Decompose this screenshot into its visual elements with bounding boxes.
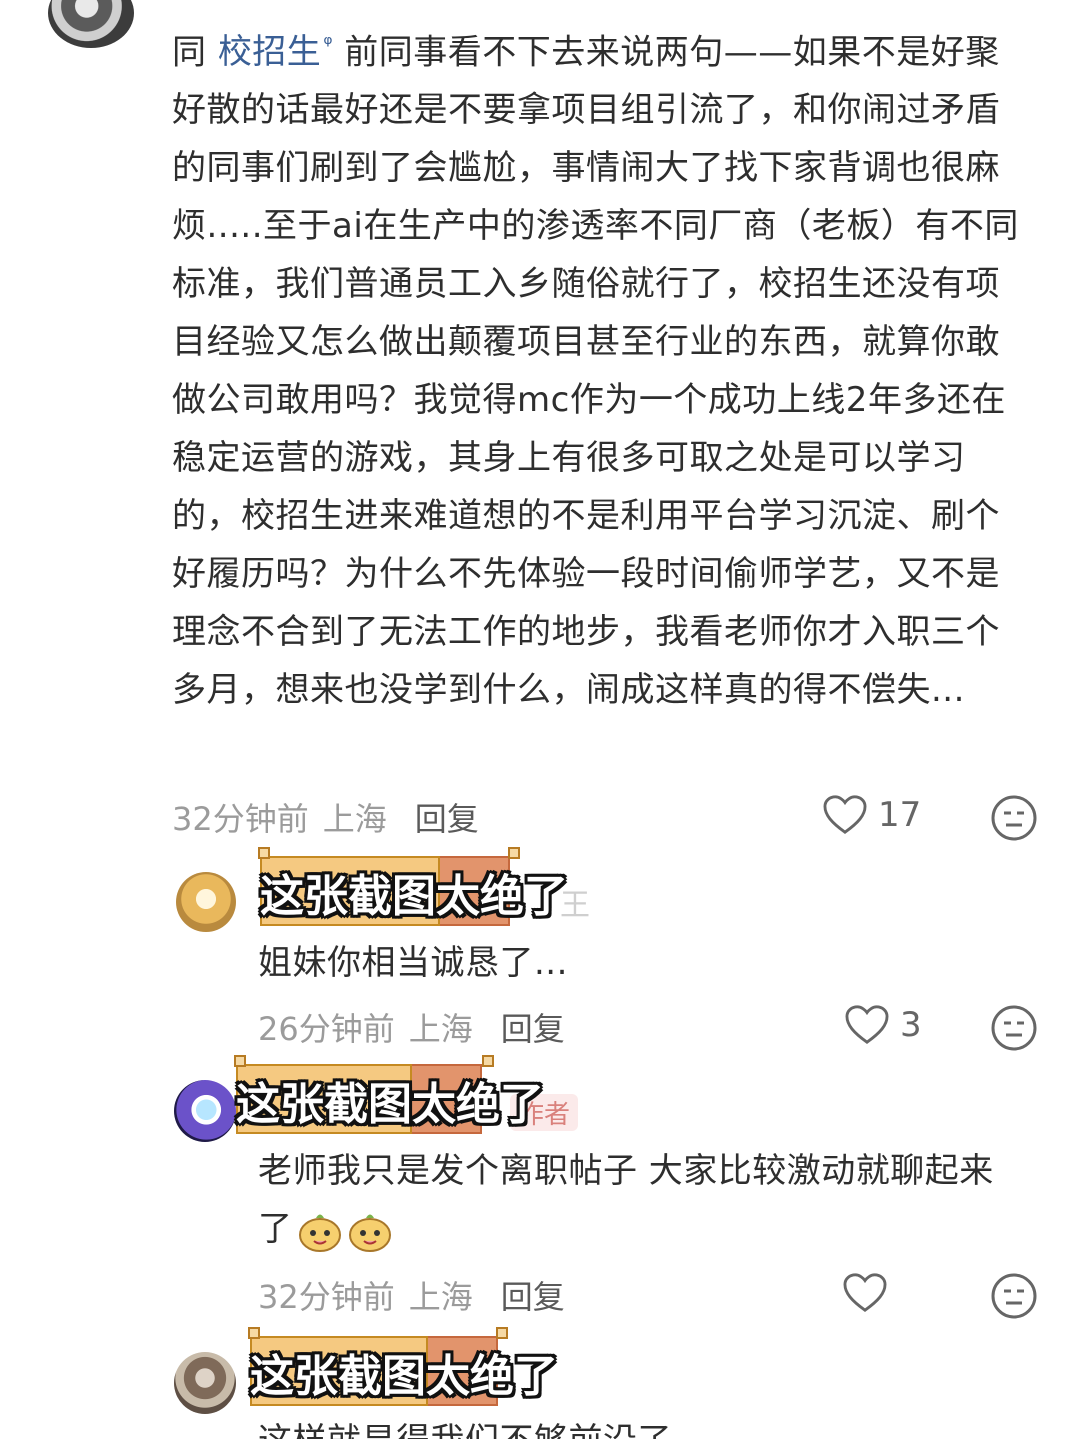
like-count: 3 [900, 1005, 922, 1045]
reply-text: 这样就显得我们不够前沿了 [258, 1412, 1018, 1439]
overlay-banner: 这张截图太绝了 [236, 1064, 544, 1134]
banner-label: 这张截图太绝了 [250, 1351, 558, 1402]
like-count: 17 [878, 795, 922, 835]
comment-location: 上海 [408, 1278, 473, 1316]
heart-icon [845, 1005, 889, 1044]
comment-meta: 32分钟前 上海 回复 [172, 794, 479, 840]
heart-icon [843, 1273, 887, 1312]
banner-label: 这张截图太绝了 [236, 1079, 544, 1130]
avatar[interactable] [176, 872, 236, 932]
avatar[interactable] [174, 1352, 236, 1414]
emoji-icon [348, 1214, 391, 1252]
dislike-face-icon[interactable] [990, 794, 1038, 842]
comment-time: 26分钟前 [258, 1010, 395, 1048]
banner-label: 这张截图太绝了 [260, 871, 568, 922]
comment-meta: 32分钟前 上海 回复 [258, 1272, 565, 1318]
reply-text: 老师我只是发个离职帖子 大家比较激动就聊起来了 [258, 1142, 1028, 1258]
reply-button[interactable]: 回复 [501, 1004, 565, 1050]
avatar[interactable] [174, 1080, 236, 1142]
dislike-face-icon[interactable] [990, 1272, 1038, 1320]
comment-prefix: 同 [172, 32, 218, 73]
heart-icon [823, 795, 867, 834]
comment-body: 前同事看不下去来说两句——如果不是好聚好散的话最好还是不要拿项目组引流了，和你闹… [172, 32, 1019, 711]
like-button[interactable]: 17 [822, 794, 921, 836]
reply-text: 姐妹你相当诚恳了... [258, 943, 568, 983]
like-button[interactable]: 3 [844, 1004, 922, 1046]
comment-meta: 26分钟前 上海 回复 [258, 1004, 565, 1050]
comment-time: 32分钟前 [172, 800, 309, 838]
comment-location: 上海 [408, 1010, 473, 1048]
comment-time: 32分钟前 [258, 1278, 395, 1316]
search-icon: ᵠ [323, 32, 333, 57]
comment-location: 上海 [322, 800, 387, 838]
overlay-banner: 这张截图太绝了 [250, 1336, 558, 1406]
emoji-icon [298, 1214, 341, 1252]
mention-link[interactable]: 校招生ᵠ [218, 32, 333, 72]
dislike-face-icon[interactable] [990, 1004, 1038, 1052]
like-button[interactable] [842, 1272, 898, 1314]
reply-button[interactable]: 回复 [415, 794, 479, 840]
avatar[interactable] [48, 0, 134, 48]
reply-button[interactable]: 回复 [501, 1272, 565, 1318]
comment-text: 同 校招生ᵠ 前同事看不下去来说两句——如果不是好聚好散的话最好还是不要拿项目组… [172, 16, 1034, 719]
overlay-banner: 这张截图太绝了 [260, 856, 568, 926]
